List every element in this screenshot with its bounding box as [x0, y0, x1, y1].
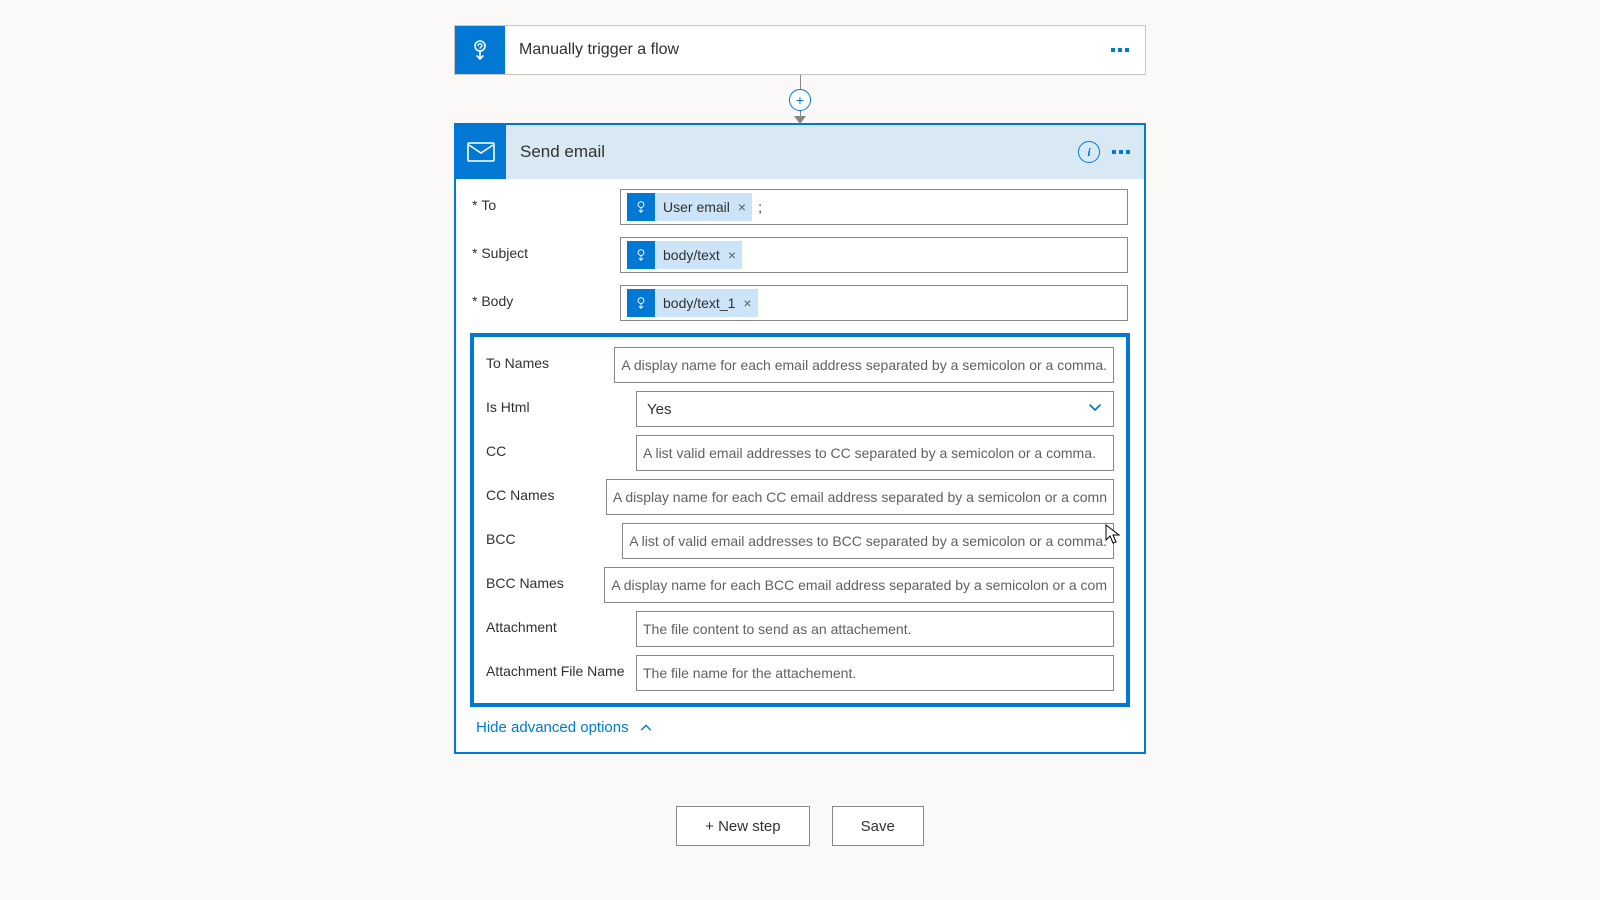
- to-names-input[interactable]: A display name for each email address se…: [614, 347, 1114, 383]
- add-step-inline-button[interactable]: +: [789, 89, 811, 111]
- trigger-more-button[interactable]: [1095, 26, 1145, 74]
- token-label: body/text: [663, 247, 720, 263]
- label-bcc-names: BCC Names: [486, 567, 604, 591]
- attachment-file-input[interactable]: The file name for the attachement.: [636, 655, 1114, 691]
- touch-icon: [627, 289, 655, 317]
- subject-input[interactable]: body/text ×: [620, 237, 1128, 273]
- action-more-button[interactable]: [1112, 150, 1130, 154]
- cc-names-input[interactable]: A display name for each CC email address…: [606, 479, 1114, 515]
- label-body: Body: [472, 285, 620, 309]
- mail-icon: [456, 125, 506, 179]
- chevron-up-icon: [639, 721, 653, 735]
- label-attachment: Attachment: [486, 611, 636, 635]
- label-attachment-file: Attachment File Name: [486, 655, 636, 679]
- body-input[interactable]: body/text_1 ×: [620, 285, 1128, 321]
- connector: +: [454, 75, 1146, 123]
- label-cc: CC: [486, 435, 636, 459]
- to-input-text: ;: [758, 199, 762, 215]
- save-button[interactable]: Save: [832, 806, 924, 846]
- attachment-input[interactable]: The file content to send as an attacheme…: [636, 611, 1114, 647]
- touch-icon: [627, 193, 655, 221]
- label-is-html: Is Html: [486, 391, 636, 415]
- trigger-card[interactable]: Manually trigger a flow: [454, 25, 1146, 75]
- bcc-names-input[interactable]: A display name for each BCC email addres…: [604, 567, 1114, 603]
- token-user-email[interactable]: User email ×: [627, 193, 752, 221]
- token-label: User email: [663, 199, 730, 215]
- label-subject: Subject: [472, 237, 620, 261]
- cc-input[interactable]: A list valid email addresses to CC separ…: [636, 435, 1114, 471]
- token-remove-icon[interactable]: ×: [728, 247, 736, 263]
- label-bcc: BCC: [486, 523, 622, 547]
- is-html-value: Yes: [647, 401, 671, 418]
- new-step-button[interactable]: + New step: [676, 806, 809, 846]
- label-to: To: [472, 189, 620, 213]
- hide-advanced-label: Hide advanced options: [476, 719, 629, 736]
- action-header[interactable]: Send email i: [456, 125, 1144, 179]
- token-body-text[interactable]: body/text ×: [627, 241, 742, 269]
- trigger-icon: [455, 26, 505, 74]
- token-body-text-1[interactable]: body/text_1 ×: [627, 289, 758, 317]
- chevron-down-icon: [1087, 399, 1103, 419]
- token-remove-icon[interactable]: ×: [743, 295, 751, 311]
- is-html-select[interactable]: Yes: [636, 391, 1114, 427]
- action-card: Send email i To: [454, 123, 1146, 754]
- action-title: Send email: [506, 125, 1078, 179]
- token-remove-icon[interactable]: ×: [738, 199, 746, 215]
- trigger-title: Manually trigger a flow: [505, 26, 1095, 74]
- label-to-names: To Names: [486, 347, 614, 371]
- to-input[interactable]: User email × ;: [620, 189, 1128, 225]
- advanced-options-box: To Names A display name for each email a…: [470, 333, 1130, 707]
- token-label: body/text_1: [663, 295, 735, 311]
- info-icon[interactable]: i: [1078, 141, 1100, 163]
- label-cc-names: CC Names: [486, 479, 606, 503]
- touch-icon: [627, 241, 655, 269]
- bcc-input[interactable]: A list of valid email addresses to BCC s…: [622, 523, 1114, 559]
- hide-advanced-toggle[interactable]: Hide advanced options: [472, 707, 1128, 752]
